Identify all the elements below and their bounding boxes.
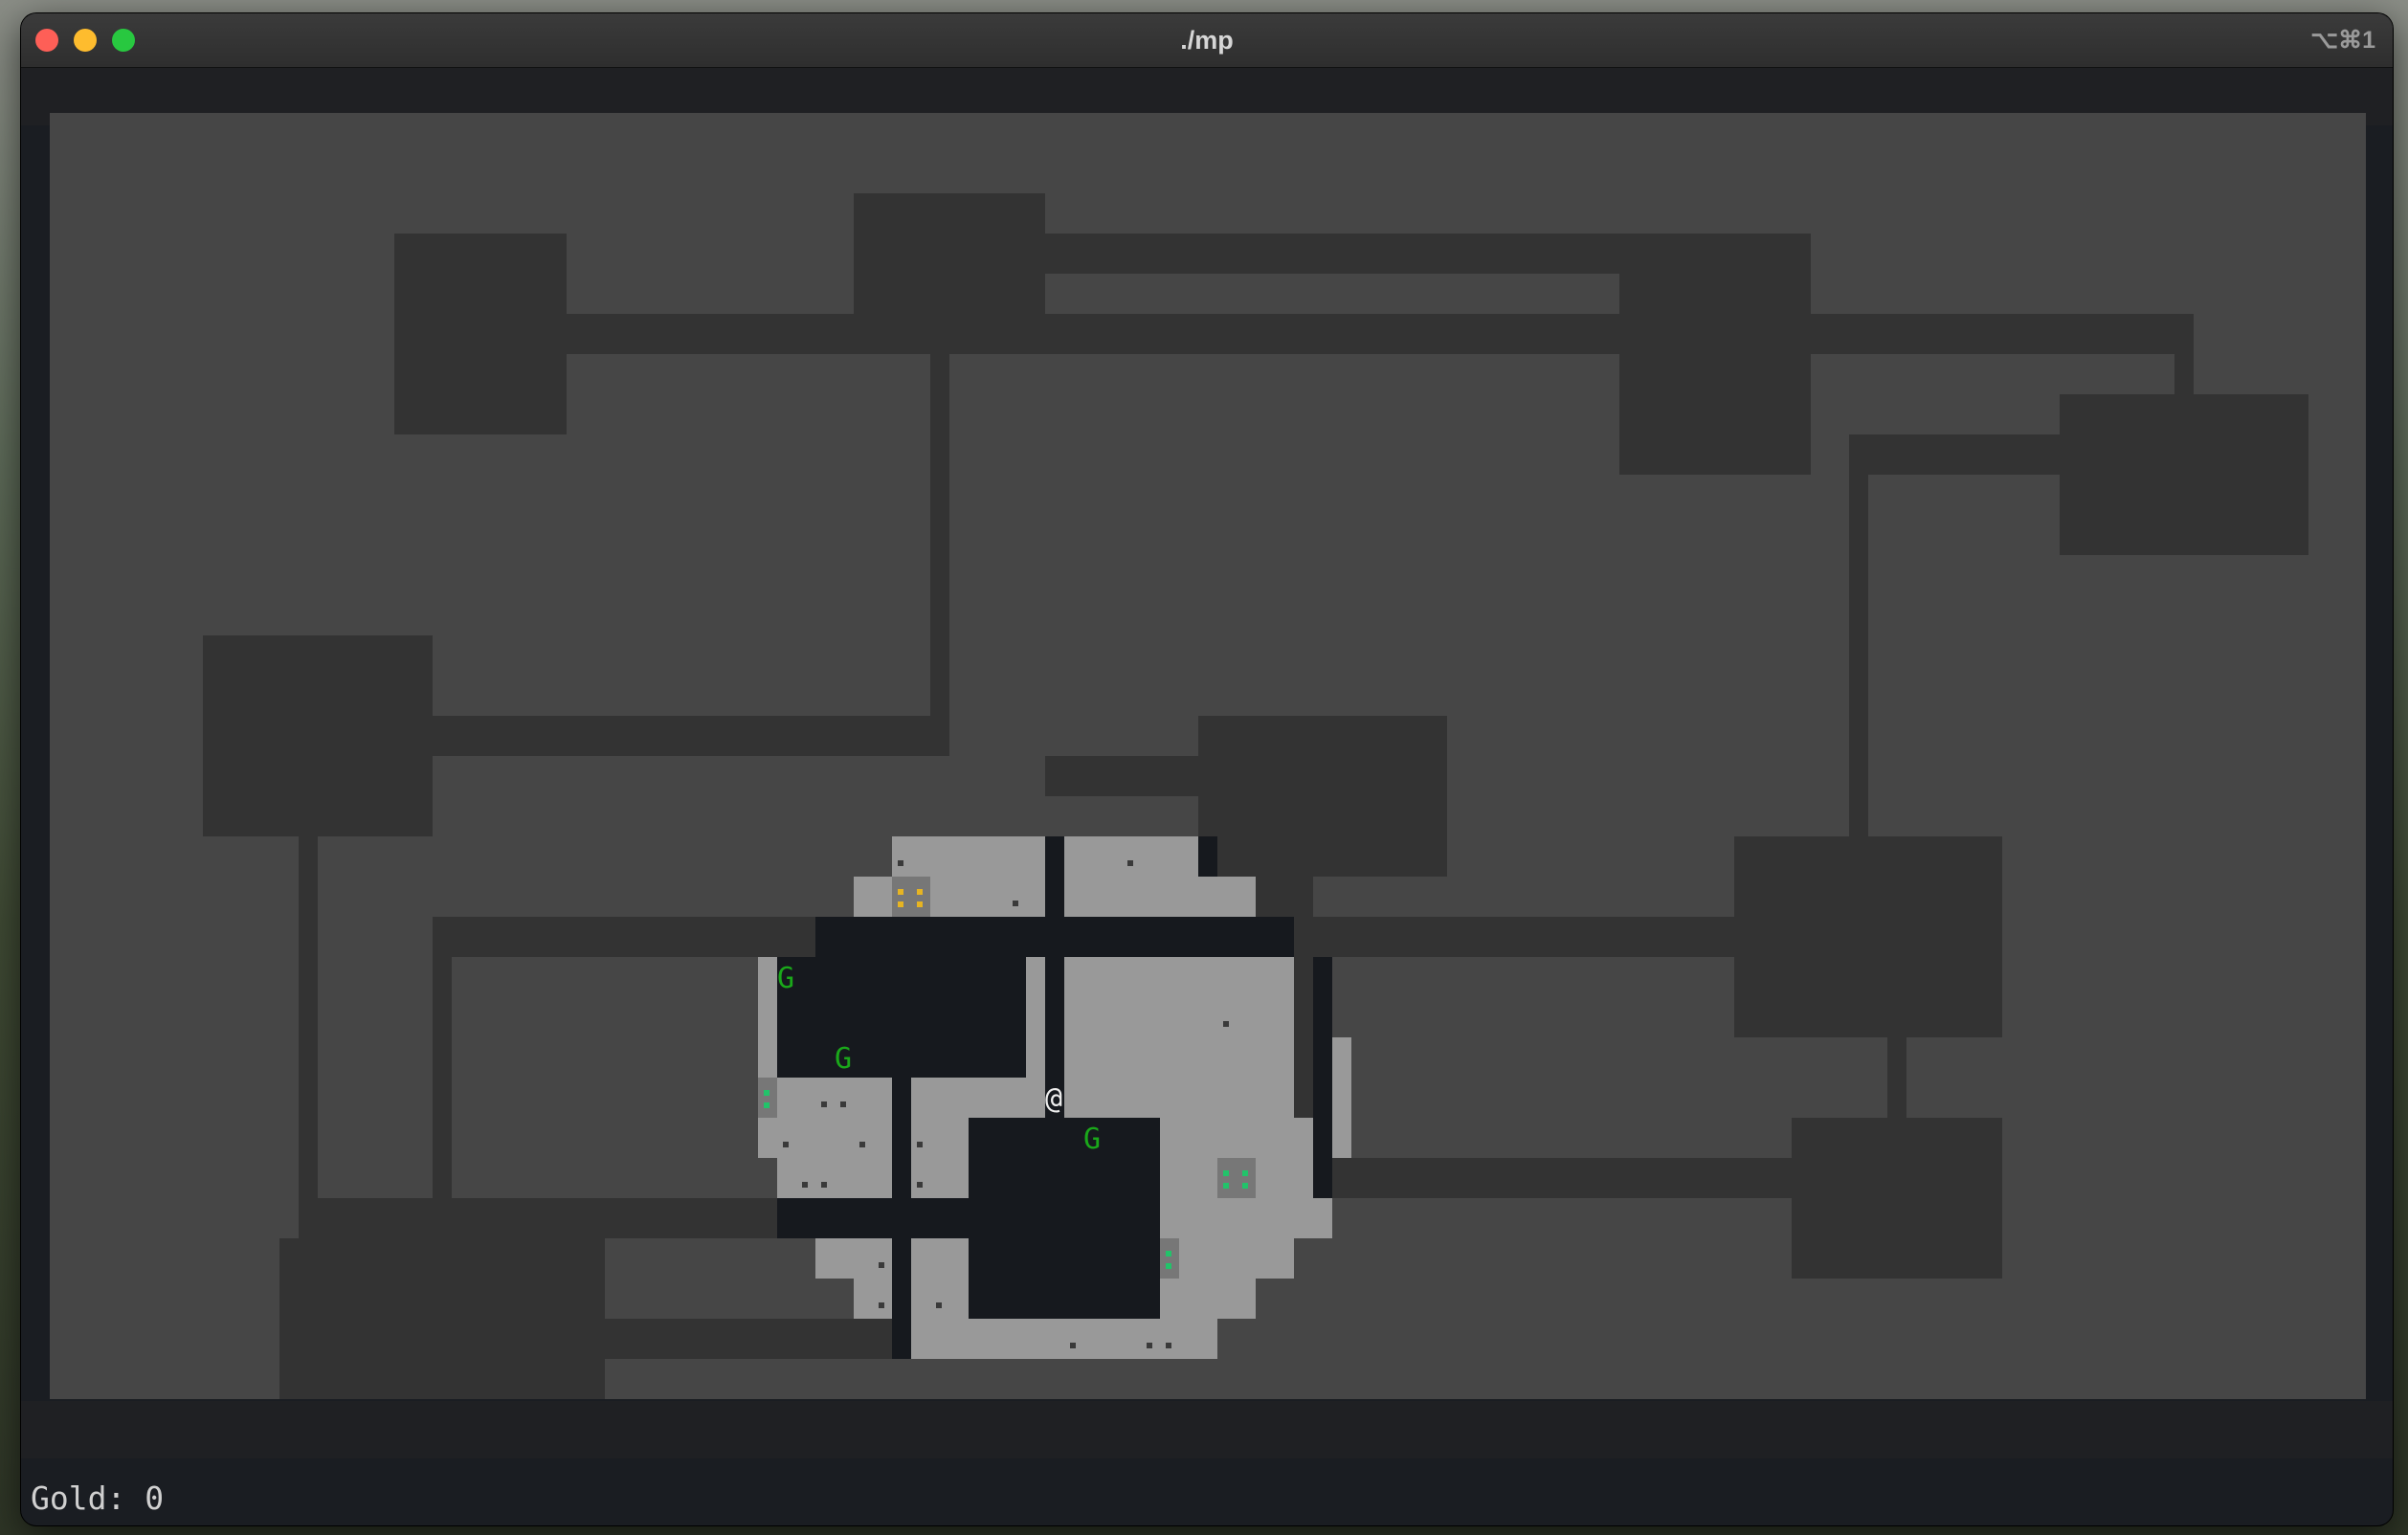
corridor bbox=[1887, 1037, 1906, 1118]
corridor bbox=[318, 1198, 777, 1238]
room bbox=[394, 234, 567, 434]
item-gem bbox=[758, 1078, 777, 1118]
corridor bbox=[930, 354, 949, 756]
lit-floor bbox=[911, 1319, 1217, 1359]
corridor bbox=[1849, 434, 2060, 475]
room bbox=[1198, 716, 1447, 877]
gold-counter: Gold: 0 bbox=[31, 1479, 165, 1517]
room bbox=[1734, 836, 2002, 1037]
corridor bbox=[433, 917, 815, 957]
room bbox=[1792, 1118, 2002, 1279]
room bbox=[279, 1238, 605, 1399]
corridor bbox=[1332, 1158, 1792, 1198]
monster-goblin: G bbox=[835, 1042, 852, 1076]
wall bbox=[777, 1198, 969, 1238]
room bbox=[2060, 394, 2308, 555]
wall bbox=[1313, 957, 1332, 1198]
room bbox=[854, 193, 1045, 318]
dungeon-map: G G G @ bbox=[50, 113, 2366, 1399]
terminal-window: ./mp ⌥⌘1 G G G @ Gold: 0 bbox=[21, 13, 2393, 1525]
corridor bbox=[605, 1319, 892, 1359]
wall bbox=[777, 957, 1026, 1078]
wall bbox=[1045, 836, 1064, 1123]
remembered-edge bbox=[1256, 877, 1313, 917]
remembered-edge bbox=[1294, 957, 1313, 1118]
wall bbox=[969, 1118, 1160, 1319]
player-character: @ bbox=[1045, 1082, 1062, 1116]
item-gem bbox=[1217, 1158, 1256, 1198]
corridor bbox=[299, 836, 318, 1238]
corridor bbox=[1294, 917, 1734, 957]
corridor bbox=[433, 957, 452, 1198]
corridor bbox=[567, 314, 2194, 354]
monster-goblin: G bbox=[777, 962, 794, 995]
room bbox=[203, 635, 433, 836]
item-gold-pile bbox=[892, 877, 930, 917]
item-gem bbox=[1160, 1238, 1179, 1279]
wall bbox=[1198, 836, 1217, 877]
corridor bbox=[2174, 314, 2194, 394]
monster-goblin: G bbox=[1083, 1123, 1101, 1156]
corridor bbox=[1849, 475, 1868, 838]
corridor bbox=[433, 716, 949, 756]
room bbox=[1619, 234, 1811, 475]
corridor bbox=[1045, 756, 1198, 796]
